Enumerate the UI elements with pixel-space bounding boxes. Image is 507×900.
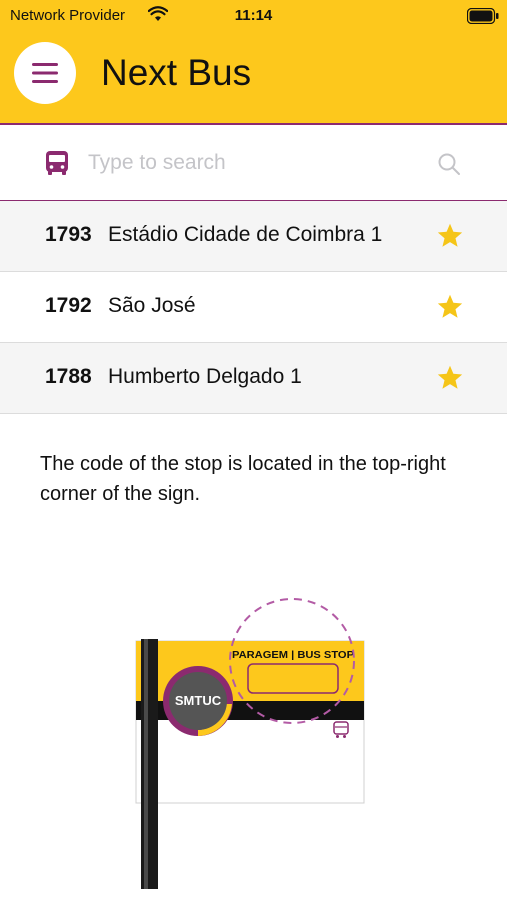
stop-list: 1793 Estádio Cidade de Coimbra 1 1792 Sã… <box>0 201 507 414</box>
sign-logo-text: SMTUC <box>175 693 222 708</box>
hamburger-menu-icon <box>32 63 58 83</box>
bus-stop-sign-illustration: PARAGEM | BUS STOP SMTUC <box>135 598 365 889</box>
bus-icon <box>46 151 68 175</box>
stop-code: 1793 <box>45 223 92 246</box>
favorite-star-icon[interactable] <box>436 293 464 321</box>
battery-icon <box>467 8 499 24</box>
search-input[interactable] <box>88 145 418 181</box>
favorite-star-icon[interactable] <box>436 222 464 250</box>
stop-code: 1788 <box>45 365 92 388</box>
stop-name: São José <box>108 294 196 317</box>
stop-name: Estádio Cidade de Coimbra 1 <box>108 223 383 246</box>
status-time: 11:14 <box>234 7 273 24</box>
sign-header-text: PARAGEM | BUS STOP <box>232 649 354 661</box>
list-item[interactable]: 1788 Humberto Delgado 1 <box>0 343 507 414</box>
page-title: Next Bus <box>101 52 252 93</box>
list-item[interactable]: 1792 São José <box>0 272 507 343</box>
list-item[interactable]: 1793 Estádio Cidade de Coimbra 1 <box>0 201 507 272</box>
help-text: The code of the stop is located in the t… <box>40 453 446 505</box>
stop-code: 1792 <box>45 294 92 317</box>
favorite-star-icon[interactable] <box>436 364 464 392</box>
search-icon[interactable] <box>437 152 461 176</box>
status-bar: Network Provider 11:14 <box>0 0 507 34</box>
menu-button[interactable] <box>14 42 76 104</box>
app-header: Network Provider 11:14 Next Bus <box>0 0 507 125</box>
stop-name: Humberto Delgado 1 <box>108 365 302 388</box>
